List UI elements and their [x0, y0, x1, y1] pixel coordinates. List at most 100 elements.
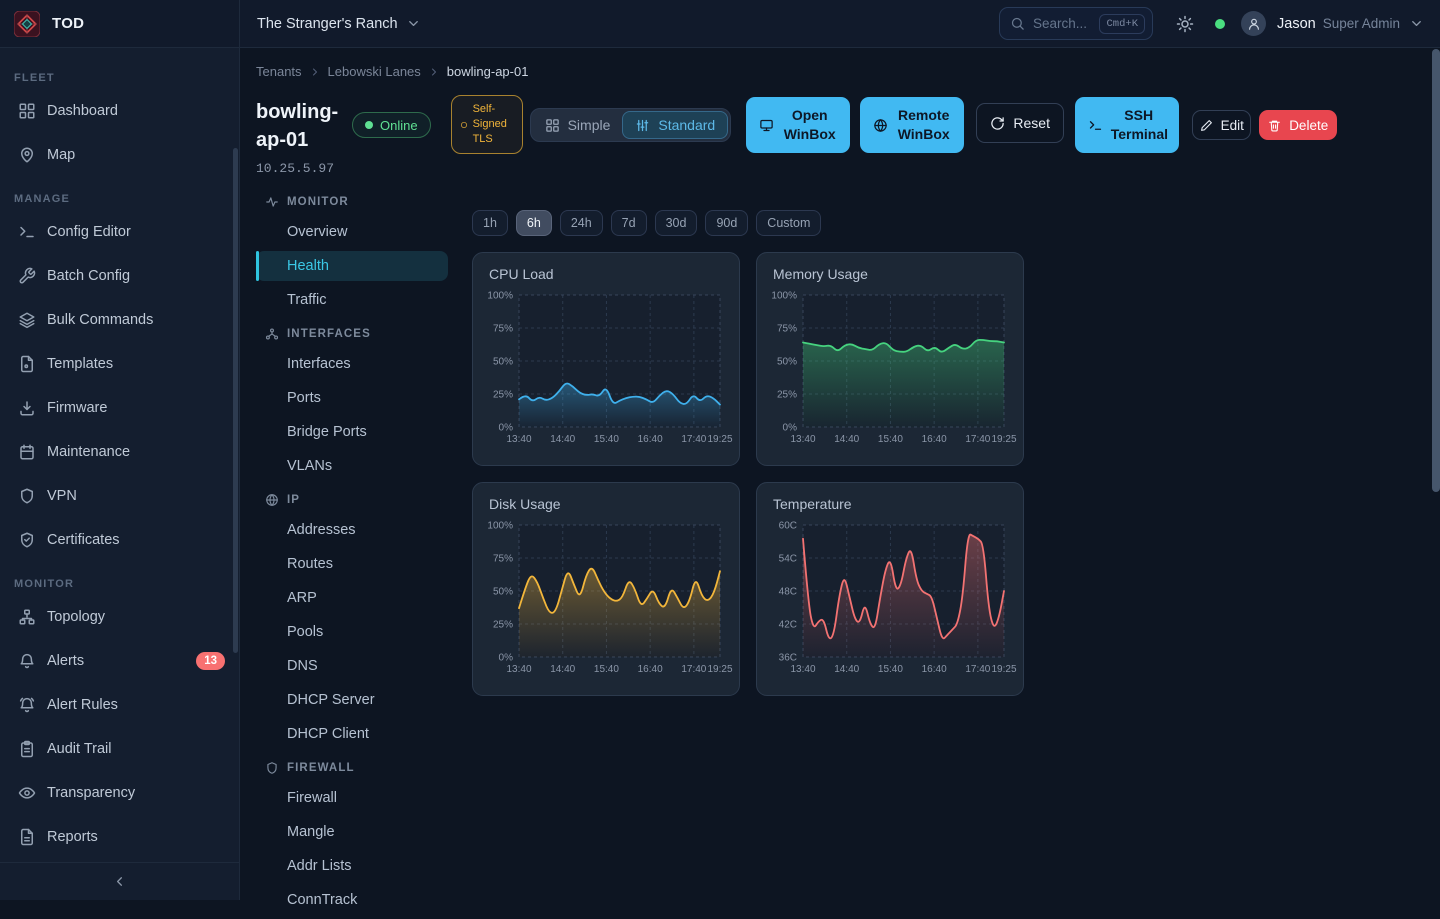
sidebar-nav: FLEET Dashboard Map MANAGE Config Editor Batc… [0, 72, 239, 855]
ssh-terminal-button[interactable]: SSH Terminal [1075, 97, 1179, 153]
mode-standard-button[interactable]: Standard [622, 111, 728, 139]
subnav-item-ports[interactable]: Ports [256, 383, 448, 413]
sidebar-item-transparency[interactable]: Transparency [0, 775, 239, 811]
sidebar-collapse-button[interactable] [0, 862, 239, 900]
subnav-item-firewall[interactable]: Firewall [256, 783, 448, 813]
subnav-item-interfaces[interactable]: Interfaces [256, 349, 448, 379]
subnav-item-dhcp-server[interactable]: DHCP Server [256, 685, 448, 715]
subnav-item-addr-lists[interactable]: Addr Lists [256, 851, 448, 881]
time-range-90d[interactable]: 90d [705, 210, 748, 236]
sidebar-item-alert-rules[interactable]: Alert Rules [0, 687, 239, 723]
chart-svg: 0%25%50%75%100%13:4014:4015:4016:4017:40… [489, 517, 725, 681]
subnav-item-dhcp-client[interactable]: DHCP Client [256, 719, 448, 749]
main-scrollbar[interactable] [1432, 49, 1440, 492]
svg-text:100%: 100% [771, 291, 797, 302]
layers-icon [18, 311, 36, 329]
sidebar-item-reports[interactable]: Reports [0, 819, 239, 855]
svg-text:13:40: 13:40 [506, 434, 531, 445]
tenant-selector[interactable]: The Stranger's Ranch [257, 16, 421, 32]
sidebar-item-templates[interactable]: Templates [0, 346, 239, 382]
breadcrumb-tenants[interactable]: Tenants [256, 64, 302, 79]
button-label: Reset [1013, 115, 1050, 131]
time-range-1h[interactable]: 1h [472, 210, 508, 236]
breadcrumb-tenant-name[interactable]: Lebowski Lanes [328, 64, 421, 79]
open-winbox-button[interactable]: Open WinBox [746, 97, 850, 153]
subnav-item-health[interactable]: Health [256, 251, 448, 281]
sidebar-item-audit-trail[interactable]: Audit Trail [0, 731, 239, 767]
sidebar-item-topology[interactable]: Topology [0, 599, 239, 635]
sidebar-item-vpn[interactable]: VPN [0, 478, 239, 514]
online-dot-icon [365, 121, 373, 129]
sidebar-scrollbar[interactable] [233, 148, 238, 653]
time-range-24h[interactable]: 24h [560, 210, 603, 236]
reset-button[interactable]: Reset [976, 103, 1064, 143]
tls-warning-text: Self-Signed TLS [473, 102, 514, 147]
search-input[interactable]: Search... Cmd+K [999, 7, 1153, 40]
sidebar-item-batch-config[interactable]: Batch Config [0, 258, 239, 294]
sidebar-item-dashboard[interactable]: Dashboard [0, 93, 239, 129]
chart-svg: 0%25%50%75%100%13:4014:4015:4016:4017:40… [773, 287, 1009, 451]
subnav-item-vlans[interactable]: VLANs [256, 451, 448, 481]
subnav-item-addresses[interactable]: Addresses [256, 515, 448, 545]
subnav-item-dns[interactable]: DNS [256, 651, 448, 681]
sidebar-item-alerts[interactable]: Alerts13 [0, 643, 239, 679]
svg-text:75%: 75% [493, 554, 513, 565]
shield-check-icon [18, 531, 36, 549]
time-range-7d[interactable]: 7d [611, 210, 647, 236]
sidebar-item-firmware[interactable]: Firmware [0, 390, 239, 426]
sidebar-item-config-editor[interactable]: Config Editor [0, 214, 239, 250]
time-range-6h[interactable]: 6h [516, 210, 552, 236]
theme-toggle-sun-icon[interactable] [1176, 15, 1194, 33]
subnav-item-traffic[interactable]: Traffic [256, 285, 448, 315]
sidebar-section-monitor: MONITORTopologyAlerts13Alert RulesAudit … [0, 578, 239, 855]
svg-text:16:40: 16:40 [638, 434, 663, 445]
time-range-custom[interactable]: Custom [756, 210, 821, 236]
chevron-right-icon [428, 66, 440, 78]
button-label: Open WinBox [782, 106, 838, 144]
sidebar-section-manage: MANAGE Config Editor Batch Config Bulk Comm… [0, 193, 239, 558]
subnav-item-pools[interactable]: Pools [256, 617, 448, 647]
subnav-item-arp[interactable]: ARP [256, 583, 448, 613]
edit-button[interactable]: Edit [1192, 110, 1251, 140]
svg-text:17:40: 17:40 [965, 664, 990, 675]
svg-text:19:25: 19:25 [707, 434, 732, 445]
subnav-item-bridge-ports[interactable]: Bridge Ports [256, 417, 448, 447]
svg-text:36C: 36C [779, 653, 797, 664]
time-range-selector: 1h 6h 24h 7d 30d 90d Custom [472, 210, 1024, 236]
sidebar-item-label: Transparency [47, 785, 135, 801]
network-icon [265, 327, 279, 341]
tod-logo-icon [14, 11, 40, 37]
delete-button[interactable]: Delete [1259, 110, 1337, 140]
mode-simple-button[interactable]: Simple [533, 111, 623, 139]
chevron-down-icon [406, 16, 421, 31]
sidebar-item-certificates[interactable]: Certificates [0, 522, 239, 558]
sidebar-item-bulk-commands[interactable]: Bulk Commands [0, 302, 239, 338]
user-name: Jason [1277, 16, 1316, 32]
remote-winbox-button[interactable]: Remote WinBox [860, 97, 964, 153]
svg-text:15:40: 15:40 [878, 434, 903, 445]
wrench-icon [18, 267, 36, 285]
avatar[interactable] [1241, 11, 1266, 36]
user-menu-chevron-icon[interactable] [1409, 16, 1424, 31]
topbar: TOD The Stranger's Ranch Search... Cmd+K… [0, 0, 1440, 48]
svg-text:50%: 50% [777, 357, 797, 368]
svg-text:54C: 54C [779, 554, 797, 565]
svg-text:50%: 50% [493, 357, 513, 368]
sidebar-section-label: MANAGE [0, 193, 239, 205]
subnav-item-routes[interactable]: Routes [256, 549, 448, 579]
subnav-item-conntrack[interactable]: ConnTrack [256, 885, 448, 915]
search-icon [1010, 16, 1025, 31]
sidebar-item-label: Batch Config [47, 268, 130, 284]
svg-text:75%: 75% [777, 324, 797, 335]
sidebar-section-label: FLEET [0, 72, 239, 84]
sidebar-item-maintenance[interactable]: Maintenance [0, 434, 239, 470]
terminal-icon [1088, 118, 1103, 133]
time-range-30d[interactable]: 30d [655, 210, 698, 236]
sidebar-item-map[interactable]: Map [0, 137, 239, 173]
subnav-item-overview[interactable]: Overview [256, 217, 448, 247]
user-icon [1247, 17, 1261, 31]
subnav-item-mangle[interactable]: Mangle [256, 817, 448, 847]
circle-icon [460, 121, 468, 129]
sidebar-item-label: Config Editor [47, 224, 131, 240]
main-content: Tenants Lebowski Lanes bowling-ap-01 bow… [240, 48, 1440, 900]
